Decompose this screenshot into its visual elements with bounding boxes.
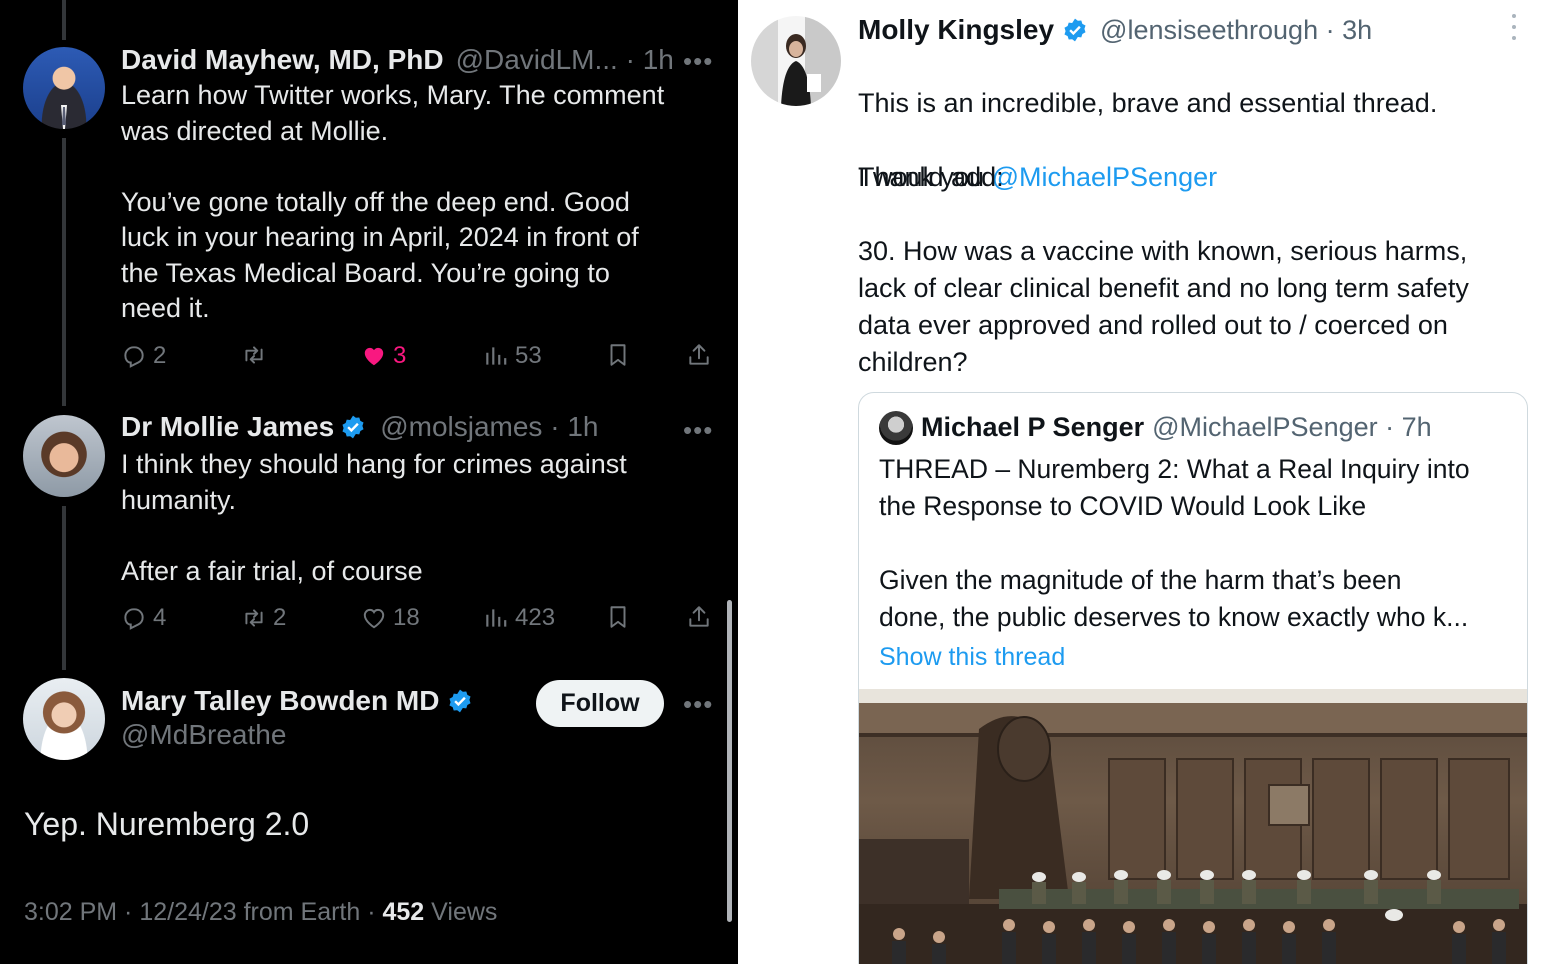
tweet-meta: 3:02 PM · 12/24/23 from Earth · 452 View… <box>24 898 497 927</box>
like-button[interactable]: 3 <box>361 342 406 370</box>
bookmark-icon[interactable] <box>605 342 631 368</box>
reply-icon <box>124 608 144 630</box>
courtroom-illustration <box>859 703 1527 964</box>
reply-icon <box>124 346 144 368</box>
avatar[interactable] <box>23 678 105 760</box>
author-handle-time[interactable]: @DavidLM... · 1h <box>456 44 674 76</box>
views-total: 452 <box>382 898 425 926</box>
timestamp-location[interactable]: 3:02 PM · 12/24/23 from Earth · <box>24 898 383 926</box>
reply-button[interactable]: 4 <box>121 604 166 632</box>
more-icon[interactable]: ••• <box>683 691 713 717</box>
scrollbar[interactable] <box>727 600 732 922</box>
retweet-count: 2 <box>273 604 287 631</box>
tweet-text-rest: I would add: 30. How was a vaccine with … <box>858 162 1469 377</box>
like-icon <box>364 347 384 366</box>
like-button[interactable]: 18 <box>361 604 420 632</box>
author-handle-time[interactable]: @molsjames · 1h <box>380 411 598 443</box>
follow-button[interactable]: Follow <box>536 680 664 727</box>
like-icon <box>363 608 385 629</box>
tweet-header: Mary Talley Bowden MD <box>121 683 473 719</box>
quote-text: THREAD – Nuremberg 2: What a Real Inquir… <box>879 454 1470 632</box>
author-name[interactable]: Mary Talley Bowden MD <box>121 685 439 717</box>
share-icon[interactable] <box>686 604 712 630</box>
quote-header: Michael P Senger @MichaelPSenger · 7h <box>921 409 1432 445</box>
like-count: 3 <box>393 342 407 369</box>
verified-badge-icon <box>1064 18 1086 42</box>
views-icon <box>486 609 507 627</box>
thread-line <box>62 506 66 670</box>
views-label: Views <box>424 898 498 926</box>
thread-line <box>62 0 66 40</box>
bookmark-icon[interactable] <box>605 604 631 630</box>
verified-badge-icon <box>342 415 364 439</box>
tweet-text-line1: This is an incredible, brave and essenti… <box>858 88 1438 118</box>
main-tweet-text: Yep. Nuremberg 2.0 <box>24 806 310 842</box>
views-count: 53 <box>515 342 542 369</box>
more-icon[interactable]: ••• <box>683 417 713 443</box>
author-name[interactable]: David Mayhew, MD, PhD <box>121 44 444 76</box>
avatar[interactable] <box>23 415 105 497</box>
author-name[interactable]: Dr Mollie James <box>121 411 334 443</box>
retweet-icon <box>245 609 263 627</box>
left-panel-dark-thread: David Mayhew, MD, PhD @DavidLM... · 1h •… <box>0 0 738 964</box>
like-count: 18 <box>393 604 420 631</box>
quote-author-name[interactable]: Michael P Senger <box>921 412 1144 443</box>
quote-handle-time[interactable]: @MichaelPSenger · 7h <box>1152 412 1432 443</box>
more-icon[interactable]: ••• <box>683 48 713 74</box>
reply-button[interactable]: 2 <box>121 342 166 370</box>
action-bar: 2 3 53 <box>121 342 721 376</box>
avatar[interactable] <box>879 411 913 445</box>
show-thread-link[interactable]: Show this thread <box>879 643 1065 672</box>
tweet-header: Dr Mollie James @molsjames · 1h <box>121 409 598 445</box>
tweet-header: David Mayhew, MD, PhD @DavidLM... · 1h <box>121 42 674 78</box>
share-icon[interactable] <box>686 342 712 368</box>
views-icon <box>486 347 507 365</box>
retweet-button[interactable] <box>241 342 273 368</box>
views-count: 423 <box>515 604 556 631</box>
retweet-button[interactable]: 2 <box>241 604 286 632</box>
views-button[interactable]: 53 <box>483 342 542 370</box>
avatar[interactable] <box>23 47 105 129</box>
author-handle-time[interactable]: @lensiseethrough · 3h <box>1100 15 1372 46</box>
retweet-icon <box>245 346 263 364</box>
tweet-header: Molly Kingsley @lensiseethrough · 3h <box>858 12 1372 48</box>
more-icon[interactable] <box>1511 14 1517 40</box>
tweet-text: I think they should hang for crimes agai… <box>121 449 627 586</box>
tweet-text: Learn how Twitter works, Mary. The comme… <box>121 80 665 323</box>
verified-badge-icon <box>449 689 471 713</box>
reply-count: 2 <box>153 342 167 369</box>
views-button[interactable]: 423 <box>483 604 555 632</box>
action-bar: 4 2 18 423 <box>121 604 721 638</box>
reply-count: 4 <box>153 604 167 631</box>
quoted-tweet-card[interactable]: Michael P Senger @MichaelPSenger · 7h TH… <box>858 392 1528 964</box>
thread-line <box>62 138 66 406</box>
avatar[interactable] <box>751 16 841 106</box>
author-handle[interactable]: @MdBreathe <box>121 719 286 751</box>
author-name[interactable]: Molly Kingsley <box>858 14 1054 46</box>
quote-image-nuremberg-courtroom[interactable] <box>859 689 1527 964</box>
